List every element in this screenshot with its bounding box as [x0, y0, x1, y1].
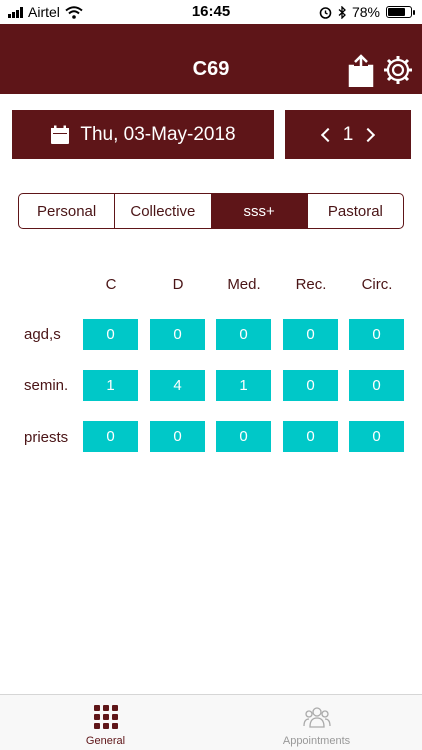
segment-sss-plus[interactable]: sss+ — [211, 194, 308, 228]
chevron-right-icon[interactable] — [361, 127, 376, 142]
app-header: C69 — [0, 24, 422, 94]
tab-bar: General Appointments — [0, 694, 422, 750]
grid-cell[interactable]: 0 — [349, 421, 404, 452]
date-label: Thu, 03-May-2018 — [80, 123, 236, 145]
gear-icon[interactable] — [383, 55, 413, 85]
column-header: Rec. — [295, 276, 327, 293]
grid-cell[interactable]: 0 — [283, 319, 338, 350]
column-header: Circ. — [361, 276, 393, 293]
segmented-control: Personal Collective sss+ Pastoral — [18, 193, 404, 229]
page-number: 1 — [342, 123, 354, 145]
column-header: Med. — [227, 276, 261, 293]
grid-cell[interactable]: 0 — [216, 421, 271, 452]
grid-cell[interactable]: 0 — [150, 421, 205, 452]
tab-label: Appointments — [282, 735, 351, 747]
battery-percent: 78% — [351, 4, 380, 20]
column-header: C — [105, 276, 117, 293]
column-header: D — [172, 276, 184, 293]
date-picker-button[interactable]: Thu, 03-May-2018 — [12, 110, 274, 159]
status-bar: Airtel 16:45 78% — [0, 0, 422, 24]
bluetooth-icon — [338, 5, 346, 19]
tab-appointments[interactable]: Appointments — [211, 695, 422, 750]
page-navigator: 1 — [285, 110, 411, 159]
row-label: agd,s — [24, 326, 61, 343]
segment-collective[interactable]: Collective — [115, 194, 212, 228]
segment-pastoral[interactable]: Pastoral — [308, 194, 403, 228]
chevron-left-icon[interactable] — [320, 127, 335, 142]
calendar-icon — [51, 125, 70, 144]
tab-general[interactable]: General — [0, 695, 211, 750]
grid-cell[interactable]: 0 — [83, 421, 138, 452]
grid-cell[interactable]: 4 — [150, 370, 205, 401]
battery-icon — [386, 6, 415, 18]
share-icon[interactable] — [347, 53, 379, 87]
grid-cell[interactable]: 0 — [216, 319, 271, 350]
grid-icon — [93, 705, 118, 729]
grid-cell[interactable]: 0 — [349, 370, 404, 401]
segment-personal[interactable]: Personal — [19, 194, 116, 228]
grid-cell[interactable]: 0 — [150, 319, 205, 350]
row-label: semin. — [24, 377, 69, 394]
people-icon — [302, 707, 331, 728]
grid-cell[interactable]: 0 — [349, 319, 404, 350]
tab-label: General — [85, 735, 126, 747]
grid-cell[interactable]: 0 — [83, 319, 138, 350]
grid-cell[interactable]: 1 — [83, 370, 138, 401]
alarm-icon — [319, 6, 332, 19]
grid-cell[interactable]: 0 — [283, 421, 338, 452]
grid-cell[interactable]: 1 — [216, 370, 271, 401]
row-label: priests — [24, 429, 69, 446]
grid-cell[interactable]: 0 — [283, 370, 338, 401]
